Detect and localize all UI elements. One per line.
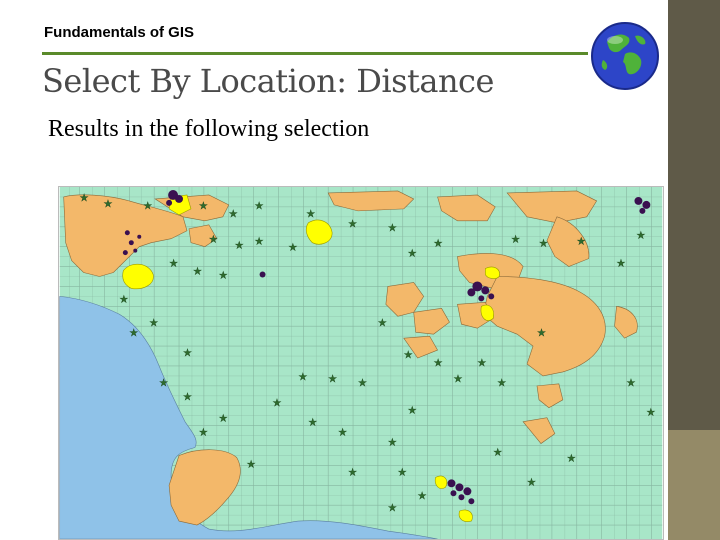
svg-text:★: ★ [378, 318, 387, 329]
slide: Fundamentals of GIS Select By Location: … [0, 0, 720, 540]
svg-text:★: ★ [477, 358, 486, 369]
svg-text:★: ★ [199, 201, 208, 212]
svg-text:★: ★ [418, 491, 427, 502]
globe-icon [591, 22, 659, 90]
svg-text:★: ★ [493, 447, 502, 458]
svg-text:★: ★ [398, 467, 407, 478]
svg-text:★: ★ [537, 328, 546, 339]
svg-text:★: ★ [229, 209, 238, 220]
svg-text:★: ★ [255, 201, 264, 212]
svg-text:★: ★ [255, 237, 264, 248]
svg-text:★: ★ [567, 453, 576, 464]
svg-text:★: ★ [388, 503, 397, 514]
header-rule [42, 52, 588, 55]
slide-title: Select By Location: Distance [42, 62, 494, 100]
svg-text:★: ★ [183, 392, 192, 403]
svg-text:★: ★ [143, 201, 152, 212]
svg-text:★: ★ [273, 398, 282, 409]
svg-text:★: ★ [348, 219, 357, 230]
svg-text:★: ★ [308, 418, 317, 429]
svg-text:★: ★ [577, 237, 586, 248]
svg-text:★: ★ [247, 459, 256, 470]
svg-text:★: ★ [511, 235, 520, 246]
svg-text:★: ★ [298, 372, 307, 383]
svg-text:★: ★ [408, 249, 417, 260]
svg-text:★: ★ [527, 477, 536, 488]
svg-text:★: ★ [348, 467, 357, 478]
svg-text:★: ★ [328, 374, 337, 385]
svg-text:★: ★ [199, 428, 208, 439]
svg-text:★: ★ [235, 241, 244, 252]
svg-text:★: ★ [388, 223, 397, 234]
svg-text:★: ★ [404, 350, 413, 361]
svg-text:★: ★ [408, 406, 417, 417]
svg-text:★: ★ [358, 378, 367, 389]
svg-text:★: ★ [149, 318, 158, 329]
svg-text:★: ★ [388, 438, 397, 449]
svg-text:★: ★ [183, 348, 192, 359]
svg-text:★: ★ [169, 259, 178, 270]
svg-text:★: ★ [129, 328, 138, 339]
svg-text:★: ★ [646, 408, 655, 419]
svg-text:★: ★ [434, 239, 443, 250]
svg-text:★: ★ [497, 378, 506, 389]
svg-text:★: ★ [306, 209, 315, 220]
map-image: ★ ★ ★ ★ ★ ★ ★ ★ ★ ★ ★ ★ ★ ★ ★ ★ ★ ★ ★ ★ ★ ★ ★ ★ ★ ★ ★ ★ ★ ★… [58, 186, 664, 540]
svg-text:★: ★ [193, 267, 202, 278]
svg-text:★: ★ [80, 193, 89, 204]
svg-text:★: ★ [636, 231, 645, 242]
svg-text:★: ★ [288, 243, 297, 254]
svg-text:★: ★ [434, 358, 443, 369]
svg-text:★: ★ [539, 239, 548, 250]
svg-text:★: ★ [219, 414, 228, 425]
svg-text:★: ★ [617, 259, 626, 270]
svg-text:★: ★ [159, 378, 168, 389]
svg-text:★: ★ [103, 199, 112, 210]
slide-subtitle: Results in the following selection [48, 116, 370, 142]
svg-text:★: ★ [338, 428, 347, 439]
svg-text:★: ★ [453, 374, 462, 385]
svg-text:★: ★ [119, 294, 128, 305]
svg-text:★: ★ [219, 270, 228, 281]
course-label: Fundamentals of GIS [44, 24, 195, 41]
sidebar-accent [668, 430, 720, 540]
svg-text:★: ★ [626, 378, 635, 389]
svg-text:★: ★ [209, 235, 218, 246]
